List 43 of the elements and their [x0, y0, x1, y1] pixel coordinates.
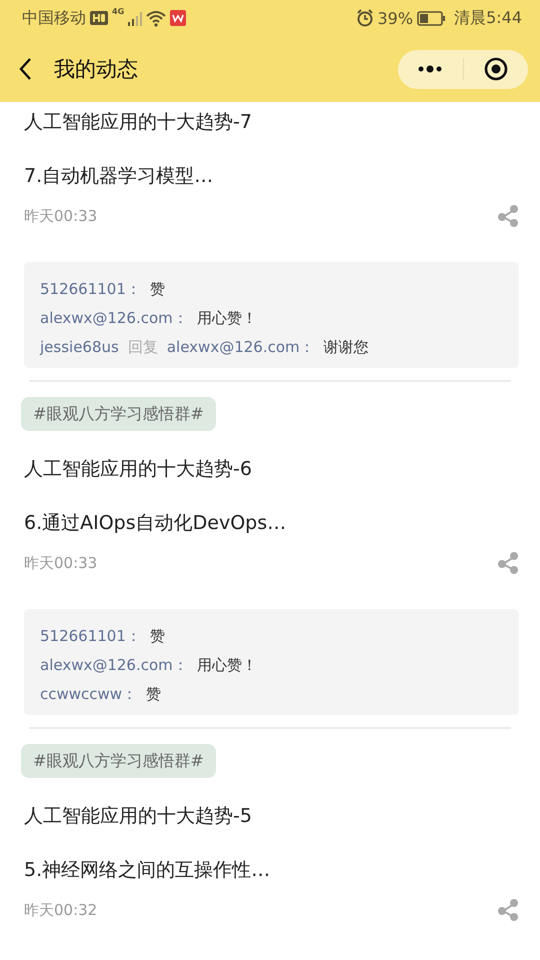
share-icon — [497, 898, 519, 922]
target-icon — [484, 57, 508, 81]
post-title[interactable]: 人工智能应用的十大趋势-7 — [24, 108, 519, 136]
reply-label: 回复 — [128, 337, 158, 358]
page-title: 我的动态 — [54, 56, 139, 83]
commenter-name[interactable]: alexwx@126.com： — [40, 304, 188, 333]
battery-percent: 39% — [378, 8, 414, 28]
back-button[interactable] — [18, 56, 32, 82]
clock-time: 清晨5:44 — [454, 8, 522, 28]
signal-icon — [128, 10, 142, 26]
post-summary: 6.通过AIOps自动化DevOps… — [24, 511, 288, 536]
network-type: 4G — [112, 7, 124, 16]
comment-text: 赞 — [150, 279, 165, 300]
carrier-name: 中国移动 — [22, 8, 86, 28]
post-title[interactable]: 人工智能应用的十大趋势-5 — [24, 802, 519, 830]
more-icon — [418, 64, 442, 74]
share-icon — [497, 551, 519, 575]
post-time: 昨天00:33 — [24, 554, 98, 572]
commenter-name[interactable]: 512661101： — [40, 622, 141, 651]
alarm-icon — [356, 9, 374, 27]
post-summary: 5.神经网络之间的互操作性… — [24, 858, 272, 883]
topic-tag[interactable]: #眼观八方学习感悟群# — [21, 744, 216, 778]
comment-text: 用心赞！ — [196, 655, 257, 676]
comment-text: 赞 — [150, 626, 165, 647]
commenter-name[interactable]: alexwx@126.com： — [40, 651, 188, 680]
comment-text: 谢谢您 — [324, 337, 369, 358]
comment-text: 赞 — [146, 684, 162, 705]
post-summary: 7.自动机器学习模型… — [24, 164, 214, 189]
battery-icon — [417, 10, 446, 26]
commenter-name[interactable]: 512661101： — [40, 275, 141, 304]
back-icon — [18, 56, 32, 82]
post-time: 昨天00:32 — [24, 900, 98, 920]
comment-text: 用心赞！ — [196, 308, 257, 329]
app-icon — [170, 10, 186, 26]
post-time: 昨天00:33 — [24, 206, 98, 226]
commenter-name[interactable]: ccwwccww： — [40, 680, 138, 709]
topic-tag[interactable]: #眼观八方学习感悟群# — [21, 397, 216, 431]
post-title[interactable]: 人工智能应用的十大趋势-6 — [24, 455, 519, 483]
wifi-icon — [146, 10, 166, 26]
share-icon — [497, 204, 519, 228]
commenter-name[interactable]: jessie68us — [40, 333, 119, 362]
reply-target[interactable]: alexwx@126.com： — [166, 333, 315, 362]
hd-icon — [90, 10, 108, 26]
